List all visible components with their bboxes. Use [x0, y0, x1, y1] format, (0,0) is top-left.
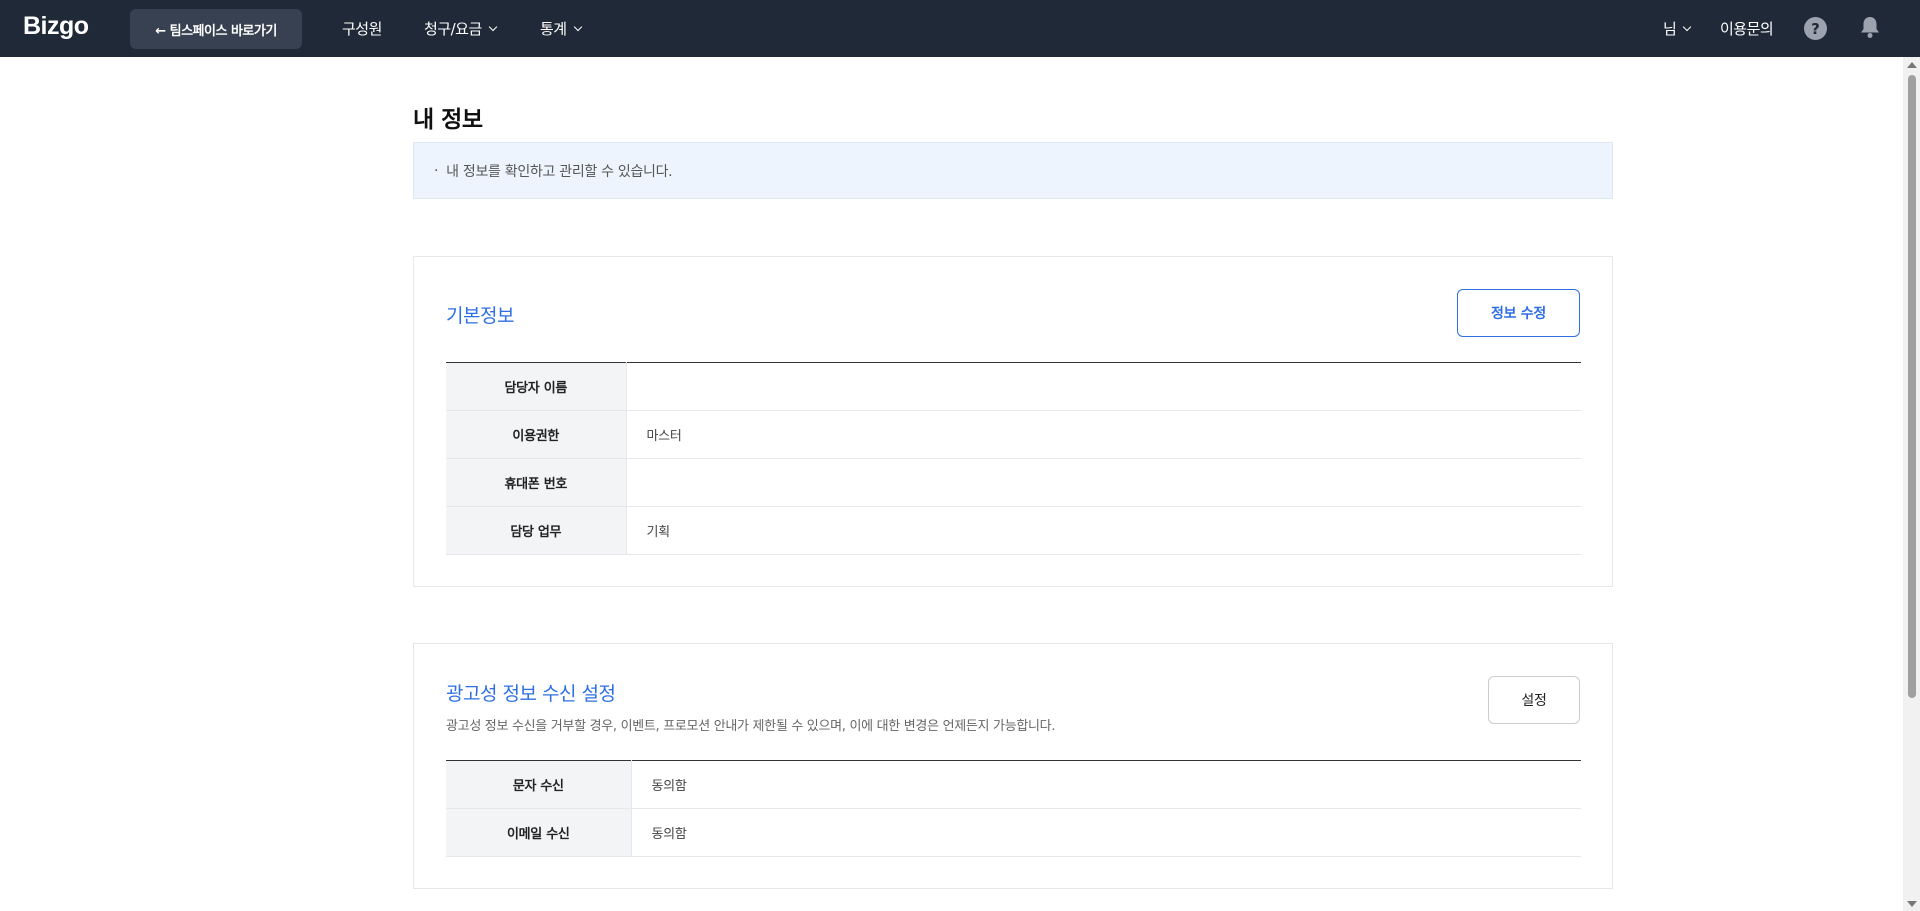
row-value: 동의함	[631, 760, 1581, 809]
marketing-consent-title: 광고성 정보 수신 설정	[446, 683, 616, 705]
chevron-down-icon	[1683, 22, 1692, 31]
nav-statistics-label: 통계	[540, 20, 567, 38]
row-value: 동의함	[631, 808, 1581, 857]
top-navigation-bar: Bizgo ← 팀스페이스 바로가기 구성원 청구/요금 통계 님 이용문의 ?	[0, 0, 1920, 57]
basic-info-table: 담당자 이름 이용권한 마스터 휴대폰 번호 담당 업무 기획	[446, 362, 1581, 555]
table-row: 문자 수신 동의함	[446, 760, 1581, 809]
nav-statistics[interactable]: 통계	[540, 18, 582, 39]
scrollbar-thumb[interactable]	[1908, 75, 1916, 698]
row-value: 기획	[626, 506, 1581, 555]
table-row: 이용권한 마스터	[446, 410, 1581, 459]
table-row: 담당 업무 기획	[446, 506, 1581, 555]
scroll-down-arrow-icon[interactable]	[1907, 901, 1917, 907]
user-menu-label: 님	[1663, 20, 1677, 38]
table-row: 담당자 이름	[446, 362, 1581, 411]
row-value: 마스터	[626, 410, 1581, 459]
row-value	[626, 362, 1581, 411]
table-row: 휴대폰 번호	[446, 458, 1581, 507]
marketing-consent-description: 광고성 정보 수신을 거부할 경우, 이벤트, 프로모션 안내가 제한될 수 있…	[446, 719, 1056, 734]
basic-info-title: 기본정보	[446, 305, 514, 327]
notice-text: 내 정보를 확인하고 관리할 수 있습니다.	[446, 163, 673, 180]
back-to-teamspace-button[interactable]: ← 팀스페이스 바로가기	[130, 9, 302, 49]
nav-billing[interactable]: 청구/요금	[424, 18, 498, 39]
edit-info-button[interactable]: 정보 수정	[1457, 289, 1580, 337]
marketing-consent-card: 광고성 정보 수신 설정 광고성 정보 수신을 거부할 경우, 이벤트, 프로모…	[413, 643, 1613, 889]
nav-members[interactable]: 구성원	[342, 18, 382, 39]
row-label: 휴대폰 번호	[446, 458, 627, 507]
settings-button[interactable]: 설정	[1488, 676, 1580, 724]
help-icon[interactable]: ?	[1804, 17, 1827, 40]
page-title: 내 정보	[413, 107, 483, 133]
table-row: 이메일 수신 동의함	[446, 808, 1581, 857]
notice-bullet: ·	[434, 162, 439, 179]
inquiry-link[interactable]: 이용문의	[1720, 18, 1774, 39]
row-value	[626, 458, 1581, 507]
scroll-up-arrow-icon[interactable]	[1907, 62, 1917, 68]
chevron-down-icon	[488, 22, 498, 31]
bizgo-logo[interactable]: Bizgo	[23, 12, 89, 41]
bell-icon[interactable]	[1859, 15, 1881, 39]
nav-members-label: 구성원	[342, 20, 382, 38]
basic-info-card: 기본정보 정보 수정 담당자 이름 이용권한 마스터 휴대폰 번호 담당 업무 …	[413, 256, 1613, 587]
row-label: 이메일 수신	[446, 808, 632, 857]
row-label: 담당 업무	[446, 506, 627, 555]
user-menu[interactable]: 님	[1663, 18, 1692, 39]
row-label: 이용권한	[446, 410, 627, 459]
row-label: 담당자 이름	[446, 362, 627, 411]
row-label: 문자 수신	[446, 760, 632, 809]
chevron-down-icon	[573, 22, 582, 31]
nav-billing-label: 청구/요금	[424, 20, 482, 38]
marketing-consent-table: 문자 수신 동의함 이메일 수신 동의함	[446, 760, 1581, 857]
vertical-scrollbar[interactable]	[1903, 57, 1920, 911]
notice-box: · 내 정보를 확인하고 관리할 수 있습니다.	[413, 142, 1613, 199]
inquiry-label: 이용문의	[1720, 20, 1774, 38]
